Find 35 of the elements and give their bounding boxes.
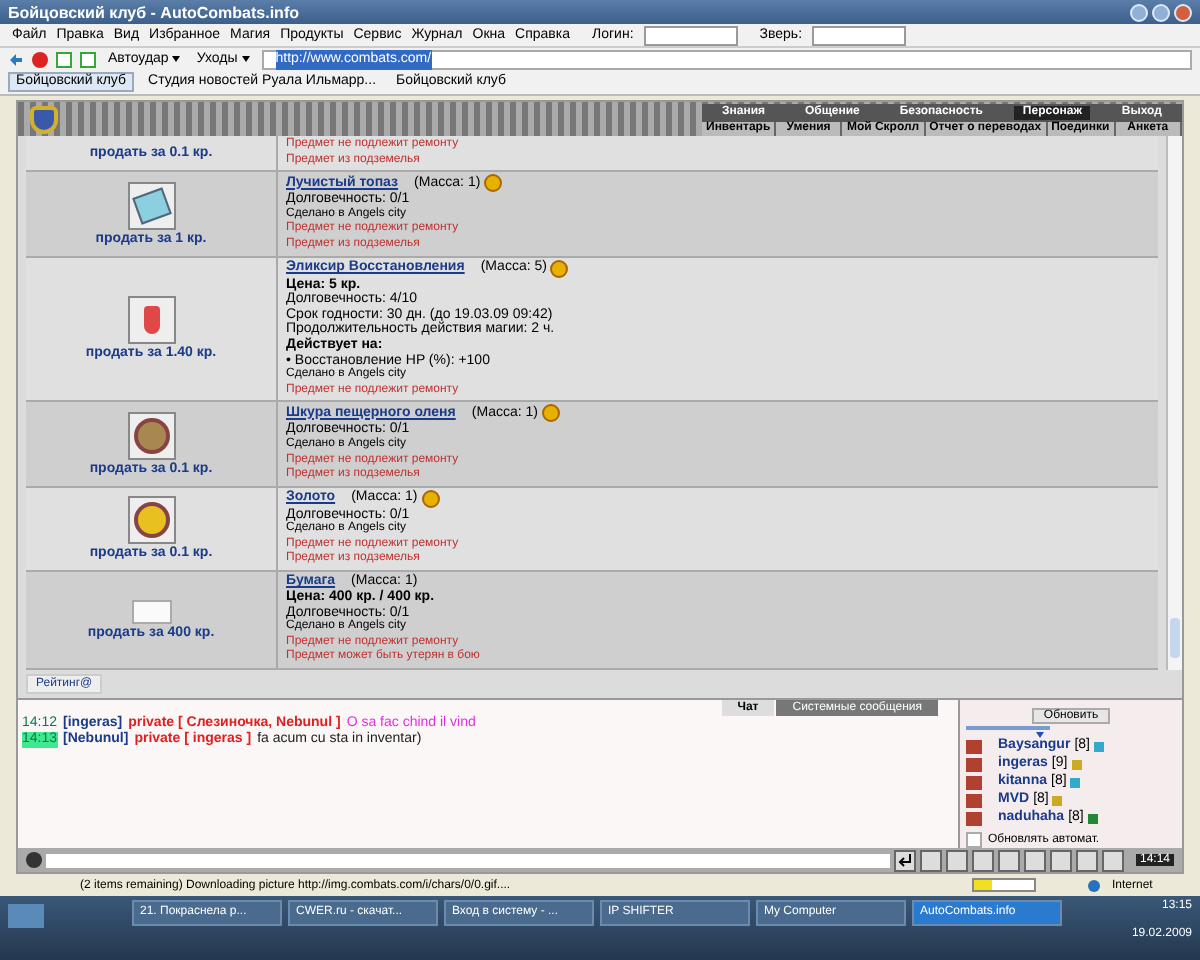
coin-icon <box>421 489 440 508</box>
paper-picture <box>131 600 171 625</box>
scrollbar[interactable] <box>1166 136 1182 671</box>
stop-icon[interactable] <box>32 51 48 67</box>
chat-tool-icon[interactable] <box>1101 849 1124 871</box>
chat-input[interactable] <box>46 853 890 867</box>
chat-tool-icon[interactable] <box>997 849 1020 871</box>
enter-icon[interactable] <box>893 849 916 871</box>
maximize-button[interactable] <box>1152 3 1170 21</box>
info-icon[interactable] <box>1070 777 1081 788</box>
nugget-picture <box>127 496 175 545</box>
chat-tool-icon[interactable] <box>971 849 994 871</box>
start-icon[interactable] <box>8 904 44 928</box>
shield-icon <box>30 105 58 133</box>
coin-icon <box>484 174 503 193</box>
beast-field[interactable] <box>812 25 907 45</box>
pelt-picture <box>127 412 175 460</box>
close-button[interactable] <box>1174 3 1192 21</box>
login-field[interactable] <box>643 25 738 45</box>
coin-icon <box>550 259 569 278</box>
gem-picture <box>127 181 175 230</box>
window-title: Бойцовский клуб - AutoCombats.info <box>8 3 299 21</box>
back-icon[interactable] <box>8 51 24 67</box>
potion-picture <box>127 296 175 345</box>
chat-tool-icon[interactable] <box>1075 849 1098 871</box>
coin-icon <box>542 404 560 423</box>
globe-icon <box>1088 879 1100 891</box>
info-icon[interactable] <box>1087 813 1098 824</box>
info-icon[interactable] <box>1093 741 1104 752</box>
chat-tool-icon[interactable] <box>1023 849 1046 871</box>
auto-checkbox[interactable] <box>966 832 982 849</box>
minimize-button[interactable] <box>1130 3 1148 21</box>
chat-tool-icon[interactable] <box>919 849 942 871</box>
chat-tool-icon[interactable] <box>945 849 968 871</box>
chat-tool-icon[interactable] <box>1049 849 1072 871</box>
